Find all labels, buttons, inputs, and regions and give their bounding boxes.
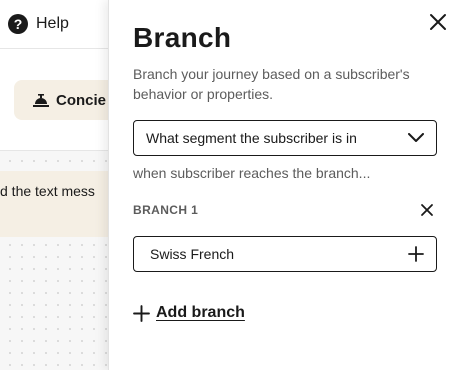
remove-branch-icon[interactable]	[420, 203, 434, 217]
branch-panel: Branch Branch your journey based on a su…	[108, 0, 460, 370]
concierge-button[interactable]: Concie	[14, 80, 108, 120]
branch-criteria-select[interactable]: What segment the subscriber is in	[133, 120, 437, 156]
node-text: d the text mess	[0, 183, 95, 199]
segment-value: Swiss French	[150, 246, 235, 262]
plus-icon	[133, 304, 150, 322]
help-link[interactable]: ? Help	[8, 12, 69, 36]
add-branch-label: Add branch	[156, 304, 245, 321]
panel-title: Branch	[133, 22, 232, 53]
segment-field[interactable]: Swiss French	[133, 236, 437, 272]
plus-icon[interactable]	[408, 246, 424, 262]
help-circle-icon: ?	[8, 14, 28, 34]
chevron-down-icon	[408, 133, 424, 142]
close-icon[interactable]	[428, 12, 448, 32]
panel-description: Branch your journey based on a subscribe…	[133, 66, 410, 102]
journey-canvas[interactable]: d the text mess	[0, 151, 108, 370]
reach-label: when subscriber reaches the branch...	[133, 165, 371, 181]
concierge-bell-icon	[33, 94, 49, 107]
concierge-label: Concie	[56, 91, 107, 109]
select-value: What segment the subscriber is in	[146, 130, 357, 146]
background-app: ? Help Concie d the text mess	[0, 0, 108, 370]
branch-label: BRANCH 1	[133, 203, 199, 217]
help-label: Help	[36, 15, 69, 32]
journey-node-card[interactable]: d the text mess	[0, 171, 108, 237]
header-divider	[0, 48, 108, 49]
add-branch-button[interactable]: Add branch	[133, 302, 245, 324]
